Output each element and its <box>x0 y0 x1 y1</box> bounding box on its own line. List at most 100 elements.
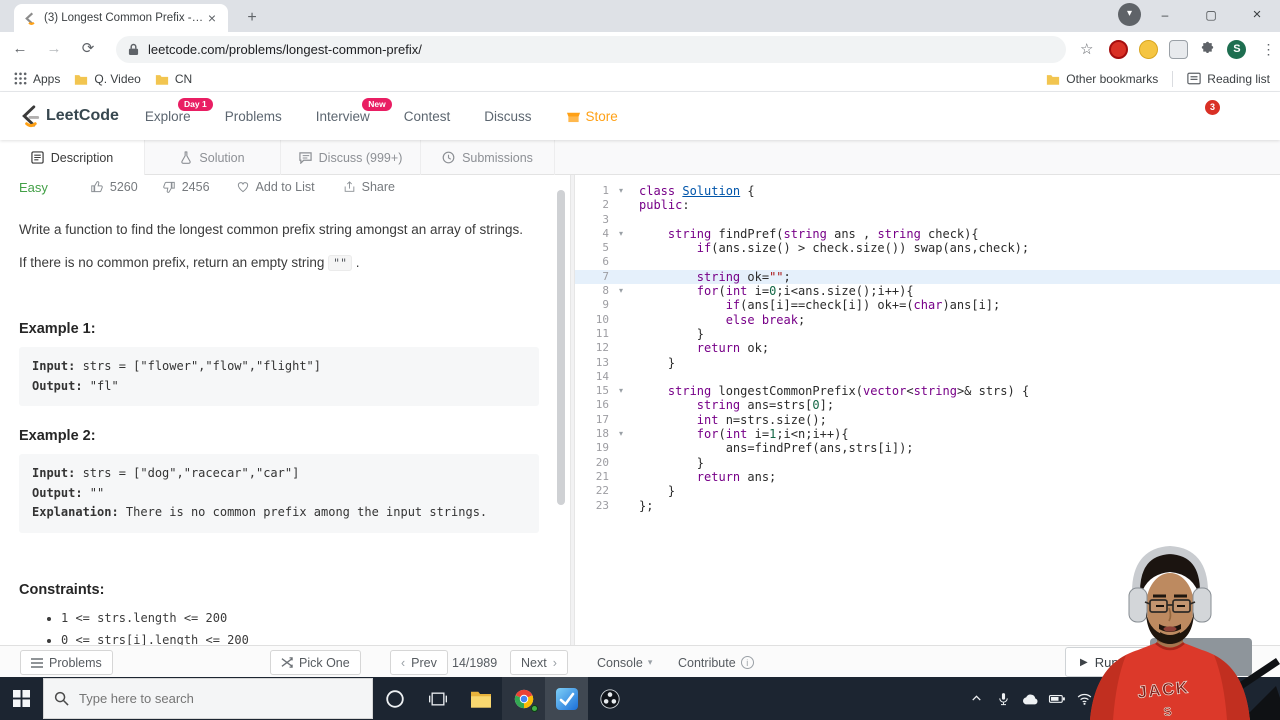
editor-line[interactable]: 17 int n=strs.size(); <box>575 413 1280 427</box>
refresh-icon[interactable]: ⟳ <box>74 35 102 63</box>
editor-line[interactable]: 4 ▾ string findPref(string ans , string c… <box>575 227 1280 241</box>
onedrive-icon[interactable] <box>1020 691 1040 706</box>
tab-title: (3) Longest Common Prefix - Le <box>44 12 204 24</box>
prev-button[interactable]: ‹ Prev <box>390 650 448 675</box>
example-title: Example 1: <box>19 321 96 337</box>
file-explorer-icon[interactable] <box>459 677 502 720</box>
editor-line[interactable]: 20 } <box>575 456 1280 470</box>
window-maximize-button[interactable]: ▢ <box>1188 0 1234 30</box>
heart-icon <box>237 182 248 193</box>
tab-submissions[interactable]: Submissions <box>421 140 555 175</box>
nav-item-interview[interactable]: Interview New <box>316 97 392 124</box>
bookmark-item[interactable]: Q. Video <box>74 72 141 86</box>
editor-line[interactable]: 11 } <box>575 327 1280 341</box>
reading-list-button[interactable]: Reading list <box>1187 72 1270 86</box>
red-extension-icon[interactable] <box>1109 39 1129 59</box>
emoji-extension-icon[interactable] <box>1139 39 1159 59</box>
cortana-icon[interactable] <box>373 677 416 720</box>
editor-line[interactable]: 13 } <box>575 356 1280 370</box>
fold-arrow-icon[interactable]: ▾ <box>613 427 629 441</box>
nav-badge: Day 1 <box>178 97 213 111</box>
editor-line[interactable]: 19 ans=findPref(ans,strs[i]); <box>575 441 1280 455</box>
apps-shortcut[interactable]: Apps <box>14 72 60 86</box>
other-bookmarks[interactable]: Other bookmarks <box>1046 72 1158 86</box>
editor-line[interactable]: 22 } <box>575 484 1280 498</box>
editor-line[interactable]: 18 ▾ for(int i=1;i<n;i++){ <box>575 427 1280 441</box>
fold-arrow-icon[interactable]: ▾ <box>613 384 629 398</box>
task-view-icon[interactable] <box>416 677 459 720</box>
back-icon[interactable]: ← <box>6 35 34 63</box>
microphone-icon[interactable] <box>993 691 1013 707</box>
leetcode-wordmark[interactable]: LeetCode <box>46 107 119 125</box>
bookmark-star-icon[interactable]: ☆ <box>1080 40 1093 58</box>
like-button[interactable]: 5260 <box>90 180 138 194</box>
share-button[interactable]: Share <box>343 180 395 194</box>
fold-arrow-icon[interactable]: ▾ <box>613 184 629 198</box>
editor-line[interactable]: 21 return ans; <box>575 470 1280 484</box>
apps-grid-icon <box>14 72 27 85</box>
obs-icon[interactable] <box>588 677 631 720</box>
contribute-button[interactable]: Contribute i <box>678 650 754 675</box>
editor-line[interactable]: 15 ▾ string longestCommonPrefix(vector<st… <box>575 384 1280 398</box>
editor-line[interactable]: 14 <box>575 370 1280 384</box>
code-text: } <box>639 484 676 499</box>
tab-solution[interactable]: Solution <box>145 140 281 175</box>
line-number: 21 <box>595 469 609 483</box>
leetcode-favicon-icon <box>25 12 35 25</box>
window-minimize-button[interactable]: – <box>1142 0 1188 30</box>
console-button[interactable]: Console ▾ <box>597 650 652 675</box>
line-number: 9 <box>602 298 609 312</box>
share-icon <box>344 181 354 192</box>
url-field[interactable]: leetcode.com/problems/longest-common-pre… <box>116 35 1066 63</box>
bookmark-item[interactable]: CN <box>155 72 192 86</box>
forward-icon[interactable]: → <box>40 35 68 63</box>
editor-line[interactable]: 8 ▾ for(int i=0;i<ans.size();i++){ <box>575 284 1280 298</box>
editor-line[interactable]: 2 public: <box>575 198 1280 212</box>
nav-item-explore[interactable]: Explore Day 1 <box>145 97 213 124</box>
add-to-list-button[interactable]: Add to List <box>236 180 315 194</box>
chrome-icon[interactable] <box>502 677 545 720</box>
editor-line[interactable]: 16 string ans=strs[0]; <box>575 398 1280 412</box>
search-input[interactable] <box>79 691 329 706</box>
editor-line[interactable]: 7 string ok=""; <box>575 269 1280 285</box>
browser-tab[interactable]: (3) Longest Common Prefix - Le × <box>14 4 228 32</box>
problems-button[interactable]: Problems <box>20 650 113 675</box>
start-button[interactable] <box>0 677 43 720</box>
folder-icon <box>75 74 88 85</box>
taskbar-search[interactable] <box>43 678 373 719</box>
dislike-button[interactable]: 2456 <box>162 180 210 194</box>
editor-line[interactable]: 12 return ok; <box>575 341 1280 355</box>
fold-arrow-icon[interactable]: ▾ <box>613 227 629 241</box>
editor-line[interactable]: 3 <box>575 213 1280 227</box>
editor-line[interactable]: 10 else break; <box>575 313 1280 327</box>
extensions-puzzle-icon[interactable] <box>1199 41 1216 58</box>
code-text: for(int i=0;i<ans.size();i++){ <box>696 284 914 299</box>
editor-line[interactable]: 6 <box>575 255 1280 269</box>
pick-one-button[interactable]: Pick One <box>270 650 361 675</box>
fold-arrow-icon[interactable]: ▾ <box>613 284 629 298</box>
tray-expand-icon[interactable] <box>966 691 986 706</box>
nav-item-discuss[interactable]: Discuss <box>484 109 531 124</box>
tab-extension-icon[interactable] <box>1169 39 1189 59</box>
editor-line[interactable]: 9 if(ans[i]==check[i]) ok+=(char)ans[i]; <box>575 298 1280 312</box>
browser-menu-icon[interactable]: ⋮ <box>1261 41 1275 58</box>
tab-close-icon[interactable]: × <box>204 10 220 26</box>
next-button[interactable]: Next › <box>510 650 568 675</box>
browser-profile-avatar[interactable]: S <box>1227 39 1247 59</box>
video-app-icon[interactable] <box>545 677 588 720</box>
windows-logo-icon <box>13 690 30 707</box>
tab-description[interactable]: Description <box>0 140 145 175</box>
window-close-button[interactable]: × <box>1234 0 1280 30</box>
nav-item-store[interactable]: Store <box>566 109 618 124</box>
leetcode-logo-icon[interactable] <box>18 104 40 129</box>
tab-discuss[interactable]: Discuss (999+) <box>281 140 421 175</box>
nav-item-problems[interactable]: Problems <box>225 109 282 124</box>
new-tab-button[interactable]: + <box>243 9 261 27</box>
editor-line[interactable]: 5 if(ans.size() > check.size()) swap(ans… <box>575 241 1280 255</box>
editor-line[interactable]: 1 ▾ class Solution { <box>575 184 1280 198</box>
editor-line[interactable]: 23}; <box>575 499 1280 513</box>
nav-item-contest[interactable]: Contest <box>404 109 451 124</box>
media-control-icon[interactable]: ▾ <box>1118 3 1141 26</box>
description-scrollbar[interactable] <box>557 190 565 505</box>
url-text: leetcode.com/problems/longest-common-pre… <box>148 41 422 57</box>
